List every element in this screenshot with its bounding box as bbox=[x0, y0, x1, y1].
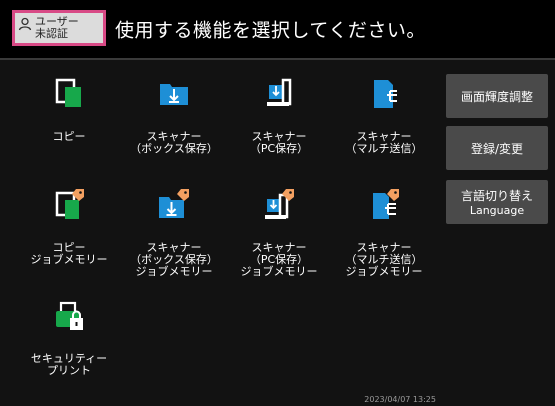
register-change-button[interactable]: 登録/変更 bbox=[446, 126, 548, 170]
register-change-label: 登録/変更 bbox=[470, 141, 524, 156]
secure-print-button[interactable]: セキュリティー プリント bbox=[19, 286, 119, 396]
header-divider bbox=[0, 58, 555, 60]
copy-button[interactable]: コピー bbox=[19, 64, 119, 174]
page-title: 使用する機能を選択してください。 bbox=[115, 19, 426, 42]
scan-multi-send-job-memory-icon bbox=[373, 189, 399, 219]
secure-print-icon bbox=[56, 301, 83, 330]
scan-multi-send-label: スキャナー （マルチ送信） bbox=[345, 130, 423, 155]
language-switch-button[interactable]: 言語切り替え Language bbox=[446, 180, 548, 224]
scan-to-pc-icon bbox=[267, 78, 292, 106]
scan-to-pc-job-memory-label: スキャナー （PC保存） ジョブメモリー bbox=[240, 241, 318, 278]
status-timestamp: 2023/04/07 13:25 bbox=[364, 395, 436, 404]
scan-multi-send-icon bbox=[374, 80, 397, 108]
scan-to-box-job-memory-button[interactable]: スキャナー （ボックス保存） ジョブメモリー bbox=[124, 175, 224, 285]
header-bar: ユーザー 未認証 使用する機能を選択してください。 bbox=[0, 0, 555, 58]
copy-icon bbox=[55, 78, 81, 107]
secure-print-label: セキュリティー プリント bbox=[30, 352, 108, 377]
scan-multi-send-job-memory-button[interactable]: スキャナー （マルチ送信） ジョブメモリー bbox=[334, 175, 434, 285]
scan-to-pc-button[interactable]: スキャナー （PC保存） bbox=[229, 64, 329, 174]
screen-brightness-label: 画面輝度調整 bbox=[460, 89, 533, 104]
scan-multi-send-button[interactable]: スキャナー （マルチ送信） bbox=[334, 64, 434, 174]
scan-to-box-job-memory-label: スキャナー （ボックス保存） ジョブメモリー bbox=[130, 241, 218, 278]
screen-brightness-button[interactable]: 画面輝度調整 bbox=[446, 74, 548, 118]
scan-to-box-button[interactable]: スキャナー （ボックス保存） bbox=[124, 64, 224, 174]
scan-to-pc-job-memory-button[interactable]: スキャナー （PC保存） ジョブメモリー bbox=[229, 175, 329, 285]
scan-multi-send-job-memory-label: スキャナー （マルチ送信） ジョブメモリー bbox=[345, 241, 423, 278]
scan-to-pc-label: スキャナー （PC保存） bbox=[249, 130, 309, 155]
scan-to-box-job-memory-icon bbox=[159, 189, 189, 218]
language-switch-label: 言語切り替え bbox=[460, 189, 533, 203]
copy-job-memory-button[interactable]: コピー ジョブメモリー bbox=[19, 175, 119, 285]
user-login-button[interactable]: ユーザー 未認証 bbox=[12, 10, 106, 46]
scan-to-box-label: スキャナー （ボックス保存） bbox=[130, 130, 218, 155]
scan-to-pc-job-memory-icon bbox=[265, 189, 294, 219]
user-status-line2: 未認証 bbox=[35, 27, 68, 40]
copy-label: コピー bbox=[52, 130, 86, 143]
copy-job-memory-icon bbox=[55, 189, 84, 219]
language-switch-sublabel: Language bbox=[469, 204, 525, 217]
copy-job-memory-label: コピー ジョブメモリー bbox=[30, 241, 108, 266]
user-icon bbox=[18, 17, 32, 31]
scan-to-box-icon bbox=[160, 84, 188, 105]
